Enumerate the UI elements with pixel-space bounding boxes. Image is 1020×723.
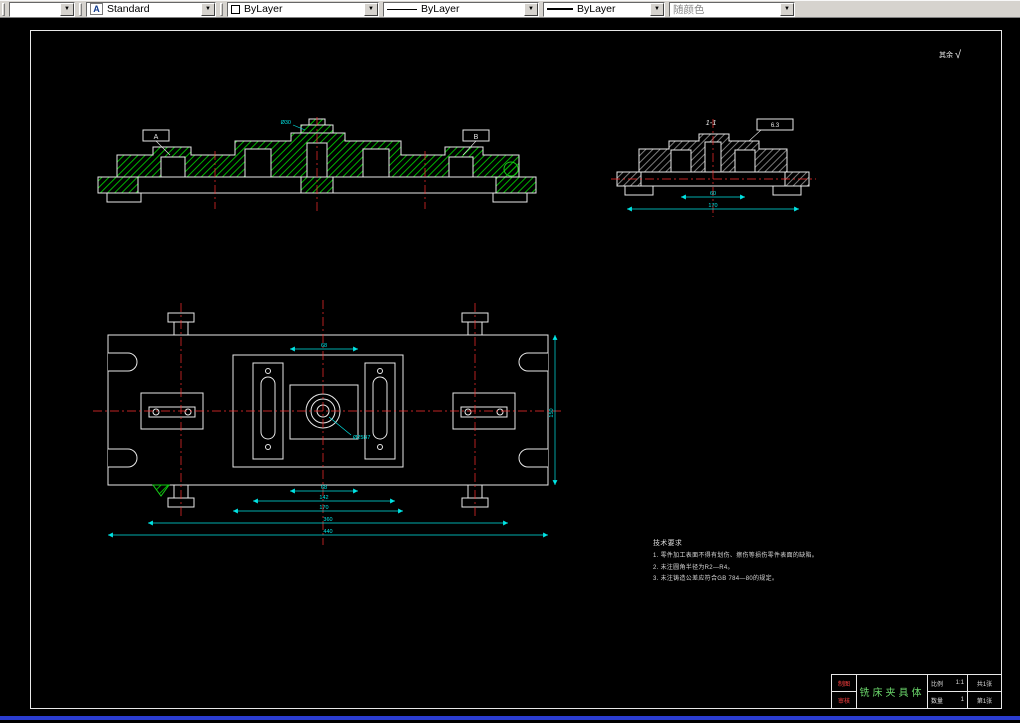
dim-label: 170 [319, 505, 328, 511]
plan-outline [107, 312, 549, 508]
color-value: ByLayer [244, 3, 283, 15]
text-style-icon: A [90, 3, 103, 15]
title-block: 制图 审核 铣床夹具体 比例 1:1 数量 1 共1张 第1张 [831, 674, 1001, 708]
dim-label: 142 [319, 495, 328, 501]
dropdown-arrow-icon[interactable]: ▼ [201, 2, 215, 16]
toolbar-grip[interactable] [2, 2, 5, 16]
dropdown-arrow-icon[interactable]: ▼ [650, 2, 664, 16]
scale-value: 1:1 [955, 680, 964, 686]
scale-label: 比例 [931, 681, 944, 688]
lineweight-value: ByLayer [577, 3, 616, 15]
color-swatch [231, 4, 240, 14]
dim-label: Ø25H7 [353, 435, 370, 441]
checked-by-label: 审核 [832, 691, 856, 708]
dim-label: 150 [549, 408, 555, 417]
linetype-combo[interactable]: ByLayer ▼ [383, 1, 539, 17]
sheet-count: 共1张 [976, 681, 993, 688]
layer-combo-value [10, 3, 60, 16]
notes-title: 技术要求 [653, 540, 683, 547]
cad-window: ▼ A Standard ▼ ByLayer ▼ ByLayer ▼ ByLay… [0, 0, 1020, 723]
plot-style-value: 随颜色 [673, 3, 705, 16]
plot-style-combo[interactable]: 随颜色 ▼ [669, 1, 795, 17]
toolbar: ▼ A Standard ▼ ByLayer ▼ ByLayer ▼ ByLay… [0, 0, 1020, 18]
surface-finish-note: 其余 √ [939, 49, 961, 61]
section-label: 1-1 [706, 118, 717, 127]
dim-label: 170 [708, 203, 717, 209]
dim-label: 68 [321, 485, 327, 491]
dim-label: Ø30 [281, 120, 291, 126]
dim-label: 68 [321, 343, 327, 349]
plan-view: 68 68 142 170 360 440 150 Ø25H7 [93, 300, 563, 545]
front-section-view: A B Ø30 [97, 117, 537, 214]
notes-line: 2. 未注圆角半径为R2—R4。 [653, 564, 734, 571]
datum-label: B [474, 134, 479, 141]
layer-combo[interactable]: ▼ [9, 1, 75, 17]
dropdown-arrow-icon[interactable]: ▼ [364, 2, 378, 16]
dropdown-arrow-icon[interactable]: ▼ [780, 2, 794, 16]
toolbar-grip[interactable] [220, 2, 223, 16]
lineweight-combo[interactable]: ByLayer ▼ [543, 1, 665, 17]
sheet-number: 第1张 [968, 691, 1001, 708]
color-combo[interactable]: ByLayer ▼ [227, 1, 379, 17]
qty-label: 数量 [931, 698, 944, 705]
dim-label: 440 [323, 529, 332, 535]
side-section-view: 1-1 6.3 60 170 [611, 118, 816, 217]
side-finish-callout: 6.3 [748, 118, 794, 142]
datum-label: A [154, 134, 159, 141]
technical-notes: 技术要求 1. 零件加工表面不得有划伤、擦伤等损伤零件表面的缺陷。 2. 未注圆… [653, 537, 933, 585]
surface-finish-text: 其余 [939, 52, 953, 59]
notes-line: 3. 未注铸造公差应符合GB 784—80的规定。 [653, 576, 779, 583]
roughness-check-icon: √ [955, 49, 962, 61]
text-style-value: Standard [107, 3, 150, 15]
lineweight-sample [547, 8, 573, 10]
drawn-by-label: 制图 [837, 681, 850, 688]
qty-value: 1 [960, 697, 964, 703]
dropdown-arrow-icon[interactable]: ▼ [524, 2, 538, 16]
dim-label: 60 [710, 191, 716, 197]
linetype-sample [387, 8, 417, 10]
finish-label: 6.3 [771, 123, 780, 129]
command-window-edge [0, 716, 1020, 720]
drawing-title: 铣床夹具体 [856, 675, 927, 708]
dim-label: 360 [323, 517, 332, 523]
drawing-frame: 其余 √ A B Ø30 1-1 6.3 60 170 68 68 142 17… [30, 30, 1002, 709]
toolbar-grip[interactable] [79, 2, 82, 16]
notes-line: 1. 零件加工表面不得有划伤、擦伤等损伤零件表面的缺陷。 [653, 553, 819, 560]
linetype-value: ByLayer [421, 3, 460, 15]
text-style-combo[interactable]: A Standard ▼ [86, 1, 216, 17]
drawing-canvas[interactable]: 其余 √ A B Ø30 1-1 6.3 60 170 68 68 142 17… [0, 18, 1020, 723]
dropdown-arrow-icon[interactable]: ▼ [60, 2, 74, 16]
